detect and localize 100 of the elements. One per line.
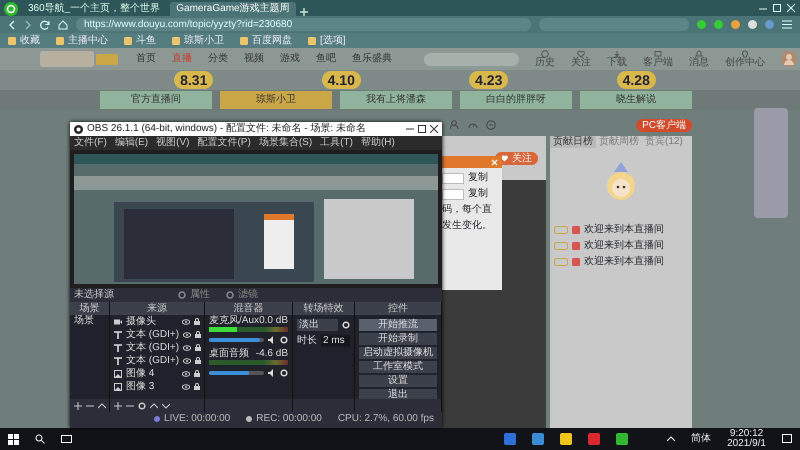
nav-link[interactable]: 首页 bbox=[136, 53, 156, 65]
header-action[interactable]: 历史 bbox=[535, 50, 555, 68]
nav-link[interactable]: 鱼吧 bbox=[316, 53, 336, 65]
speaker-icon[interactable] bbox=[268, 336, 276, 344]
search-field[interactable] bbox=[424, 52, 519, 66]
browser-tab[interactable]: GameraGame游戏主题周 bbox=[170, 2, 296, 16]
copy-link[interactable]: 复制 bbox=[468, 188, 488, 200]
lock-icon[interactable] bbox=[195, 344, 202, 351]
move-down-icon[interactable] bbox=[162, 402, 170, 410]
lock-icon[interactable] bbox=[195, 331, 202, 338]
menu-item[interactable]: 文件(F) bbox=[74, 137, 107, 149]
lock-icon[interactable] bbox=[194, 370, 200, 377]
bookmark[interactable]: 斗鱼 bbox=[124, 34, 156, 46]
level-badge-icon bbox=[554, 242, 568, 250]
room-tab[interactable]: 我有上将潘森 bbox=[340, 91, 452, 109]
forward-icon[interactable] bbox=[24, 20, 32, 30]
transition-select[interactable]: 淡出 bbox=[297, 319, 338, 331]
source-item[interactable]: 文本 (GDI+) bbox=[114, 354, 200, 367]
notification-icon[interactable] bbox=[782, 434, 792, 444]
follow-button[interactable]: 关注 bbox=[495, 152, 538, 164]
home-icon[interactable] bbox=[58, 20, 68, 30]
bookmark[interactable]: 百度网盘 bbox=[240, 34, 292, 46]
eye-icon[interactable] bbox=[182, 384, 190, 390]
bookmark[interactable]: 主播中心 bbox=[56, 34, 108, 46]
address-field[interactable]: https://www.douyu.com/topic/yyzty?rid=230680 bbox=[76, 18, 531, 31]
menu-item[interactable]: 工具(T) bbox=[320, 137, 353, 149]
room-tab[interactable]: 琼斯小卫 bbox=[220, 91, 332, 109]
input-field[interactable] bbox=[442, 188, 464, 200]
browser-tab[interactable]: 360导航_一个主页，整个世界 bbox=[22, 2, 166, 16]
lock-icon[interactable] bbox=[194, 318, 200, 325]
nav-link[interactable]: 游戏 bbox=[280, 53, 300, 65]
volume-slider[interactable] bbox=[209, 371, 249, 375]
move-up-icon[interactable] bbox=[98, 402, 106, 410]
control-button[interactable]: 开始录制 bbox=[359, 333, 437, 345]
channel-reading: -4.6 dB bbox=[256, 348, 288, 360]
menu-item[interactable]: 帮助(H) bbox=[360, 137, 395, 149]
source-item[interactable]: 摄像头 bbox=[114, 315, 200, 328]
nav-link[interactable]: 鱼乐盛典 bbox=[352, 53, 392, 65]
menu-icon[interactable] bbox=[782, 20, 792, 29]
room-tab[interactable]: 晓生解说 bbox=[580, 91, 692, 109]
nav-link[interactable]: 分类 bbox=[208, 53, 228, 65]
eye-icon[interactable] bbox=[183, 358, 192, 364]
control-button[interactable]: 退出 bbox=[359, 389, 437, 399]
eye-icon[interactable] bbox=[182, 370, 190, 376]
source-item[interactable]: 文本 (GDI+) bbox=[114, 341, 200, 354]
control-button[interactable]: 设置 bbox=[359, 375, 437, 387]
lock-icon[interactable] bbox=[195, 357, 202, 364]
add-icon[interactable] bbox=[114, 402, 122, 410]
room-tab[interactable]: 官方直播间 bbox=[100, 91, 212, 109]
control-button[interactable]: 启动虚拟摄像机 bbox=[359, 347, 437, 359]
volume-slider[interactable] bbox=[209, 338, 260, 342]
lock-icon[interactable] bbox=[194, 383, 200, 390]
input-method-label[interactable]: 简体 bbox=[691, 433, 712, 445]
eye-icon[interactable] bbox=[183, 344, 192, 350]
eye-icon[interactable] bbox=[182, 318, 190, 324]
download-icon bbox=[613, 50, 621, 58]
chevron-up-icon[interactable] bbox=[667, 436, 676, 442]
source-item[interactable]: 图像 4 bbox=[114, 367, 200, 380]
input-field[interactable] bbox=[442, 172, 464, 184]
control-button[interactable]: 工作室模式 bbox=[359, 361, 437, 373]
eye-icon[interactable] bbox=[183, 332, 192, 338]
duration-field[interactable]: 2 ms bbox=[321, 335, 350, 347]
header-action[interactable]: 创作中心 bbox=[725, 50, 765, 68]
add-icon[interactable] bbox=[74, 402, 82, 410]
new-tab-icon[interactable] bbox=[300, 8, 308, 16]
windows-start-icon[interactable] bbox=[8, 434, 19, 444]
control-button[interactable]: 开始推流 bbox=[359, 319, 437, 331]
reload-icon[interactable] bbox=[40, 20, 50, 30]
back-icon[interactable] bbox=[8, 20, 16, 30]
dialog-text: 发生变化。 bbox=[442, 220, 493, 232]
clock[interactable]: 9:20:12 2021/9/1 bbox=[727, 429, 766, 449]
chat-tab[interactable]: 贡献日榜 bbox=[550, 136, 596, 148]
speaker-icon[interactable] bbox=[268, 369, 276, 377]
header-action[interactable]: 关注 bbox=[571, 50, 591, 68]
menu-item[interactable]: 配置文件(P) bbox=[197, 137, 251, 149]
source-item[interactable]: 文本 (GDI+) bbox=[114, 328, 200, 341]
search-icon[interactable] bbox=[35, 434, 45, 444]
close-icon[interactable] bbox=[430, 125, 438, 133]
source-properties-button[interactable]: 属性 bbox=[178, 289, 210, 301]
bookmark[interactable]: 琼斯小卫 bbox=[172, 34, 224, 46]
scene-item[interactable]: 场景 bbox=[74, 315, 105, 327]
header-action[interactable]: 消息 bbox=[689, 50, 709, 68]
status-text: REC: 00:00:00 bbox=[256, 413, 322, 425]
room-tab[interactable]: 白白的胖胖呀 bbox=[460, 91, 572, 109]
task-view-icon[interactable] bbox=[61, 434, 72, 444]
bookmark[interactable]: 收藏 bbox=[8, 34, 40, 46]
menu-item[interactable]: 编辑(E) bbox=[114, 137, 148, 149]
source-filters-button[interactable]: 滤镜 bbox=[226, 289, 258, 301]
header-action[interactable]: 客户端 bbox=[643, 50, 673, 68]
menu-item[interactable]: 场景集合(S) bbox=[258, 137, 312, 149]
text-icon bbox=[114, 356, 122, 364]
client-button[interactable]: PC客户端 bbox=[636, 118, 692, 132]
move-up-icon[interactable] bbox=[150, 402, 158, 410]
maximize-icon[interactable] bbox=[418, 125, 426, 133]
copy-link[interactable]: 复制 bbox=[468, 172, 488, 184]
nav-link[interactable]: 视频 bbox=[244, 53, 264, 65]
bookmark[interactable]: [选项] bbox=[308, 34, 346, 46]
menu-item[interactable]: 视图(V) bbox=[156, 137, 190, 149]
header-action[interactable]: 下载 bbox=[607, 50, 627, 68]
source-item[interactable]: 图像 3 bbox=[114, 380, 200, 393]
